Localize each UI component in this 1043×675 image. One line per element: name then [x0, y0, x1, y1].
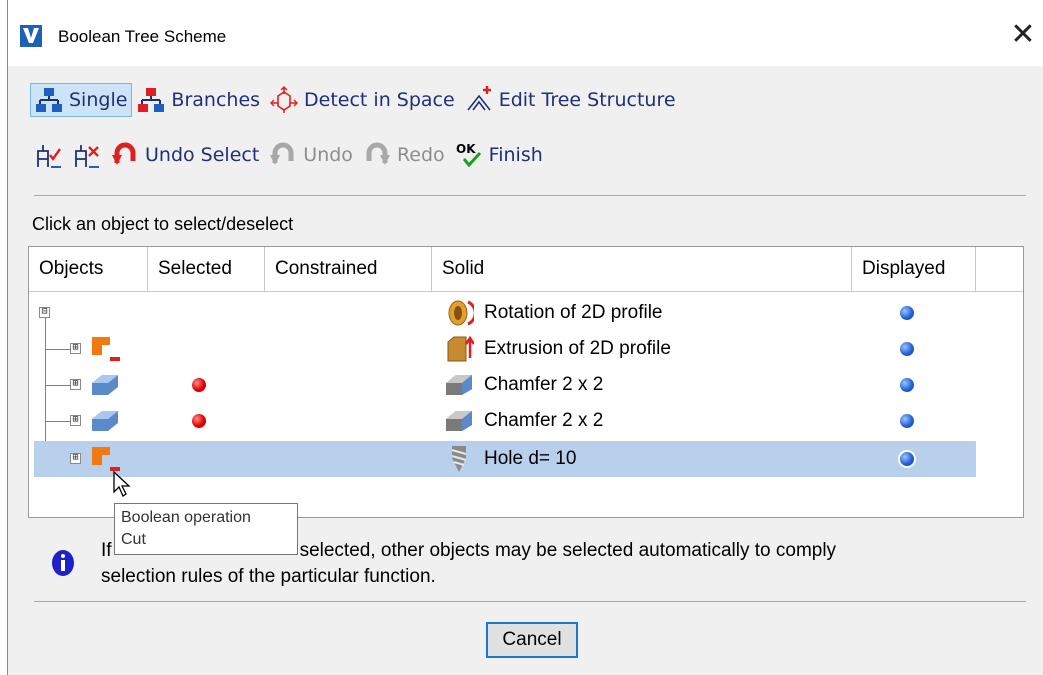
selected-indicator[interactable] [192, 414, 206, 428]
boolean-tree-table[interactable]: Objects Selected Constrained Solid Displ… [28, 246, 1024, 518]
mouse-cursor-icon [113, 470, 131, 497]
table-header: Objects Selected Constrained Solid Displ… [29, 247, 1023, 292]
finish-label: Finish [488, 144, 543, 166]
collapse-icon[interactable]: ⊟ [39, 307, 50, 318]
tree-single-icon [36, 88, 62, 112]
solid-name: Chamfer 2 x 2 [484, 374, 604, 395]
dialog-window: Boolean Tree Scheme ✕ Single Branches De… [7, 0, 1043, 675]
displayed-indicator[interactable] [900, 414, 914, 428]
separator-top [34, 195, 1026, 196]
info-line-1-start: If [101, 540, 112, 561]
close-button[interactable]: ✕ [1003, 14, 1043, 54]
expand-icon[interactable]: ⊞ [70, 343, 81, 354]
boolean-cut-icon [92, 447, 120, 471]
expand-icon[interactable]: ⊞ [70, 379, 81, 390]
solid-name: Hole d= 10 [484, 448, 577, 469]
undo-select-label: Undo Select [145, 144, 260, 166]
column-header-constrained[interactable]: Constrained [265, 247, 432, 291]
table-row[interactable]: ⊞ Chamfer 2 x 2 [34, 367, 976, 403]
table-row[interactable]: ⊞ Chamfer 2 x 2 [34, 403, 976, 439]
single-label: Single [69, 89, 128, 111]
cancel-button[interactable]: Cancel [486, 622, 578, 658]
tooltip-line-1: Boolean operation [121, 509, 251, 526]
hole-icon [451, 446, 467, 472]
table-row[interactable]: ⊟ Rotation of 2D profile [34, 295, 976, 331]
table-row[interactable]: ⊞ Extrusion of 2D profile [34, 331, 976, 367]
displayed-indicator[interactable] [900, 342, 914, 356]
displayed-indicator[interactable] [900, 452, 914, 466]
solid-name: Rotation of 2D profile [484, 302, 663, 323]
info-line-1-end: selected, other objects may be selected … [299, 540, 837, 561]
solid-name: Extrusion of 2D profile [484, 338, 671, 359]
displayed-indicator[interactable] [900, 306, 914, 320]
branches-label: Branches [171, 89, 261, 111]
undo-select-icon [112, 142, 136, 165]
branches-button[interactable]: Branches [132, 83, 265, 117]
redo-button[interactable]: Redo [358, 138, 450, 172]
chamfer-object-icon [92, 411, 118, 431]
finish-button[interactable]: OK Finish [450, 138, 548, 172]
redo-label: Redo [396, 144, 445, 166]
detect-space-icon [270, 86, 299, 113]
chamfer-icon [446, 411, 472, 431]
extrusion-icon [447, 335, 474, 362]
single-button[interactable]: Single [30, 83, 133, 117]
app-logo-icon [20, 25, 42, 47]
info-icon [52, 550, 74, 576]
boolean-cut-icon [92, 337, 120, 361]
undo-label: Undo [303, 144, 353, 166]
finish-ok-text: OK [456, 142, 476, 156]
redo-icon [366, 142, 390, 165]
chamfer-icon [446, 375, 472, 395]
instruction-label: Click an object to select/deselect [32, 214, 294, 234]
undo-select-button[interactable]: Undo Select [106, 138, 264, 172]
rotation-icon [448, 300, 474, 326]
undo-icon [270, 142, 294, 165]
chamfer-object-icon [92, 375, 118, 395]
toolbar-row-1: Single Branches Detect in Space Edit Tre… [30, 83, 681, 117]
selected-indicator[interactable] [192, 378, 206, 392]
column-header-displayed[interactable]: Displayed [852, 247, 976, 291]
deselect-all-icon [75, 145, 99, 168]
detect-in-space-label: Detect in Space [304, 89, 455, 111]
edit-tree-structure-button[interactable]: Edit Tree Structure [460, 83, 681, 117]
column-header-objects[interactable]: Objects [29, 247, 148, 291]
toolbar-row-2: Undo Select Undo Redo OK Finish [30, 138, 548, 172]
edit-tree-icon [467, 86, 491, 111]
column-header-solid[interactable]: Solid [432, 247, 852, 291]
column-header-selected[interactable]: Selected [148, 247, 265, 291]
detect-in-space-button[interactable]: Detect in Space [265, 83, 460, 117]
tooltip: Boolean operation Cut [114, 503, 298, 555]
window-title: Boolean Tree Scheme [58, 27, 227, 46]
tooltip-line-2: Cut [121, 531, 146, 548]
select-all-icon [37, 145, 61, 168]
expand-icon[interactable]: ⊞ [70, 415, 81, 426]
undo-button[interactable]: Undo [264, 138, 358, 172]
table-row[interactable]: ⊞ Hole d= 10 [34, 441, 976, 477]
solid-name: Chamfer 2 x 2 [484, 410, 604, 431]
title-bar: Boolean Tree Scheme ✕ [8, 0, 1043, 66]
info-line-2: selection rules of the particular functi… [101, 566, 436, 587]
separator-bottom [34, 601, 1026, 602]
select-all-button[interactable] [30, 138, 68, 172]
edit-tree-structure-label: Edit Tree Structure [498, 89, 676, 111]
expand-icon[interactable]: ⊞ [70, 453, 81, 464]
finish-ok-icon: OK [456, 142, 481, 168]
displayed-indicator[interactable] [900, 378, 914, 392]
tree-branches-icon [138, 88, 165, 112]
deselect-all-button[interactable] [68, 138, 106, 172]
